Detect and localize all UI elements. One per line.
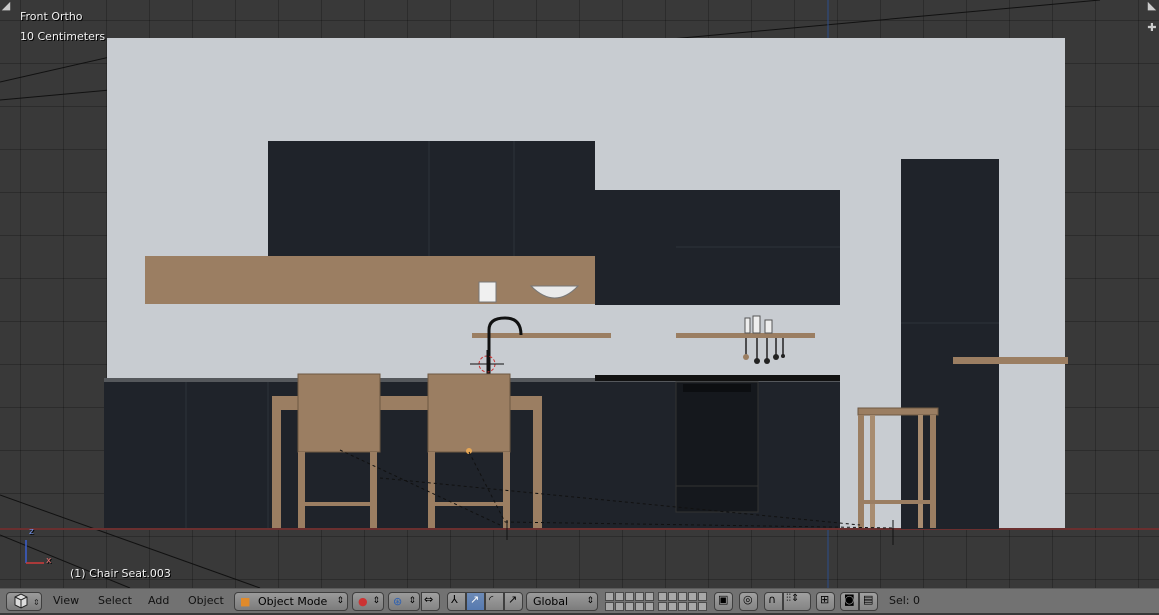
x-axis-label: x: [46, 556, 52, 566]
lock-camera-button[interactable]: ▣: [714, 592, 733, 611]
jar: [744, 317, 751, 334]
oven-control-panel: [683, 384, 751, 392]
snap-target-icon: ⊞: [820, 593, 830, 606]
snap-target-button[interactable]: ⊞: [816, 592, 835, 611]
ladle: [754, 358, 760, 364]
camera-icon: ◙: [844, 593, 855, 606]
orientation-label: Global: [533, 595, 569, 608]
clapperboard-icon: ▤: [863, 593, 874, 606]
add-menu[interactable]: Add: [148, 594, 169, 607]
ladle: [764, 358, 770, 364]
object-mode-icon: ■: [240, 595, 251, 608]
ladle: [781, 354, 785, 358]
area-split-corner-icon[interactable]: ◢: [0, 0, 12, 12]
proportional-circle-icon: ◎: [743, 593, 753, 606]
oven[interactable]: [675, 381, 759, 513]
z-axis-label: z: [29, 527, 34, 537]
object-menu[interactable]: Object: [188, 594, 224, 607]
center-points-icon: ⇔: [424, 593, 434, 606]
jar: [764, 319, 773, 334]
dropdown-arrows-icon: ⇕: [336, 596, 344, 606]
pivot-point-selector[interactable]: ⊛ ⇕: [388, 592, 420, 611]
wood-shelf-panel[interactable]: [145, 256, 595, 304]
transform-orientation-selector[interactable]: Global ⇕: [526, 592, 598, 611]
dropdown-arrows-icon: ⇕: [372, 596, 380, 606]
opengl-animation-button[interactable]: ▤: [859, 592, 878, 611]
3d-view-icon: ⇕: [14, 593, 40, 609]
cooktop[interactable]: [595, 375, 840, 381]
table-leg: [533, 410, 542, 528]
jar: [752, 315, 761, 334]
mode-selector[interactable]: ■ Object Mode ⇕: [234, 592, 348, 611]
mode-label: Object Mode: [258, 595, 328, 608]
3d-viewport[interactable]: Front Ortho 10 Centimeters (1) Chair Sea…: [0, 0, 1159, 588]
object-origin[interactable]: [466, 448, 472, 454]
3d-view-header: ⇕ View Select Add Object ■ Object Mode ⇕…: [0, 588, 1159, 613]
rotate-arc-icon: ◜: [489, 593, 494, 606]
cup[interactable]: [478, 281, 497, 303]
selection-count: Sel: 0: [889, 594, 921, 607]
spoon: [743, 354, 749, 360]
rotate-manipulator-button[interactable]: ◜: [485, 592, 504, 611]
pivot-icon: ⊛: [393, 595, 403, 608]
area-split-corner-icon[interactable]: ◣: [1146, 0, 1158, 12]
scale-icon: ↗: [508, 593, 518, 606]
proportional-editing-button[interactable]: ◎: [739, 592, 758, 611]
dropdown-arrows-icon: ⇕: [586, 596, 594, 606]
chair-left[interactable]: [297, 373, 381, 528]
select-menu[interactable]: Select: [98, 594, 132, 607]
editor-type-selector[interactable]: ⇕: [6, 592, 42, 611]
tall-cabinet[interactable]: [901, 159, 999, 529]
translate-manipulator-button[interactable]: ↗: [466, 592, 485, 611]
wall-shelf-1[interactable]: [472, 333, 611, 338]
camera-line: [0, 534, 131, 588]
opengl-render-button[interactable]: ◙: [840, 592, 859, 611]
scale-manipulator-button[interactable]: ↗: [504, 592, 523, 611]
snap-toggle-button[interactable]: ∩: [764, 592, 783, 611]
arrow-icon: ↗: [470, 593, 480, 606]
manipulate-center-points-button[interactable]: ⇔: [421, 592, 440, 611]
ladle: [773, 354, 779, 360]
bar-shelf[interactable]: [953, 357, 1068, 364]
svg-text:⇕: ⇕: [33, 598, 40, 607]
dropdown-arrows-icon: ⇕: [408, 596, 416, 606]
manipulator-icon: ⅄: [451, 593, 458, 606]
scene-render[interactable]: [0, 0, 1159, 588]
snap-increment-icon: ⫶⫶⇕: [786, 593, 800, 604]
snap-element-selector[interactable]: ⫶⫶⇕: [783, 592, 811, 611]
view-menu[interactable]: View: [53, 594, 79, 607]
scene-layers-group-1[interactable]: [605, 592, 654, 611]
upper-cabinet-left[interactable]: [268, 141, 595, 257]
shading-sphere-icon: ●: [358, 595, 368, 608]
magnet-icon: ∩: [768, 593, 777, 606]
view-name-label: Front Ortho: [20, 10, 83, 23]
viewport-shading-selector[interactable]: ● ⇕: [352, 592, 384, 611]
scene-layers-group-2[interactable]: [658, 592, 707, 611]
area-split-corner-icon[interactable]: ✚: [1146, 22, 1158, 34]
grid-scale-label: 10 Centimeters: [20, 30, 106, 43]
active-object-label: (1) Chair Seat.003: [70, 567, 171, 580]
wall-shelf-2[interactable]: [676, 333, 815, 338]
layer-lock-icon: ▣: [718, 593, 729, 606]
manipulator-toggle-button[interactable]: ⅄: [447, 592, 466, 611]
table-leg: [272, 410, 281, 528]
